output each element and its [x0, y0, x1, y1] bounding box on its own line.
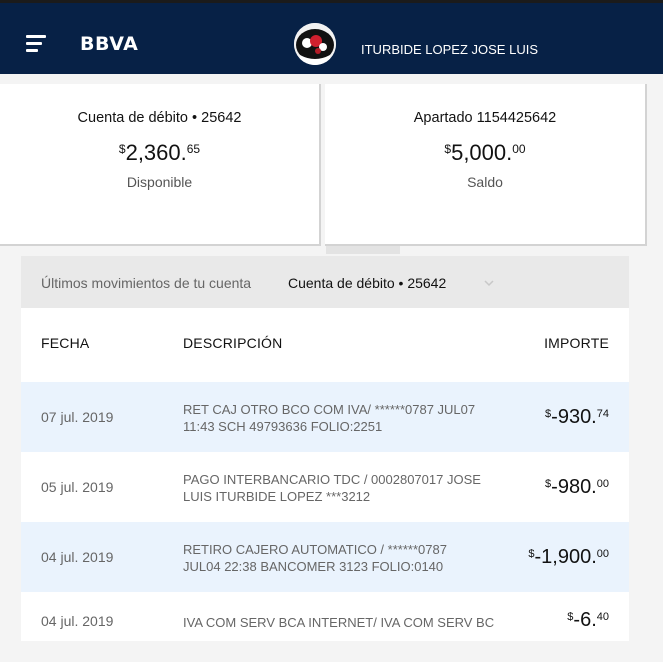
- chevron-down-icon[interactable]: [483, 277, 495, 289]
- account-title: Apartado 1154425642: [413, 110, 557, 126]
- column-header-date: FECHA: [41, 335, 90, 351]
- row-date: 04 jul. 2019: [41, 549, 114, 565]
- row-description: RET CAJ OTRO BCO COM IVA/ ******0787 JUL…: [183, 402, 476, 434]
- movements-table: FECHA DESCRIPCIÓN IMPORTE 07 jul. 2019 R…: [21, 308, 629, 641]
- row-description: PAGO INTERBANCARIO TDC / 0002807017 JOSE…: [183, 472, 481, 504]
- movements-filter: Últimos movimientos de tu cuenta Cuenta …: [21, 256, 629, 308]
- table-row[interactable]: 04 jul. 2019 IVA COM SERV BCA INTERNET/ …: [21, 592, 629, 662]
- filter-label: Últimos movimientos de tu cuenta: [41, 275, 252, 291]
- bbva-logo[interactable]: BBVA: [80, 33, 138, 55]
- row-amount: $-930.74: [545, 406, 609, 428]
- account-balance: $2,360.65: [118, 140, 201, 165]
- divider: [326, 246, 400, 254]
- table-row[interactable]: 04 jul. 2019 RETIRO CAJERO AUTOMATICO / …: [21, 522, 629, 592]
- column-header-description: DESCRIPCIÓN: [183, 335, 283, 351]
- row-date: 07 jul. 2019: [41, 409, 114, 425]
- account-balance: $5,000.00: [444, 140, 526, 165]
- hamburger-menu-icon[interactable]: [26, 35, 46, 52]
- table-row[interactable]: 07 jul. 2019 RET CAJ OTRO BCO COM IVA/ *…: [21, 382, 629, 452]
- row-date: 04 jul. 2019: [41, 613, 114, 629]
- row-description: RETIRO CAJERO AUTOMATICO / ******0787 JUL…: [183, 542, 447, 574]
- account-card-debit[interactable]: Cuenta de débito • 25642 $2,360.65 Dispo…: [0, 84, 321, 246]
- row-amount: $-1,900.00: [528, 546, 609, 568]
- avatar[interactable]: [294, 23, 336, 65]
- account-balance-label: Disponible: [126, 174, 193, 190]
- table-row[interactable]: 05 jul. 2019 PAGO INTERBANCARIO TDC / 00…: [21, 452, 629, 522]
- row-date: 05 jul. 2019: [41, 479, 114, 495]
- account-title: Cuenta de débito • 25642: [77, 110, 242, 126]
- account-card-savings[interactable]: Apartado 1154425642 $5,000.00 Saldo: [325, 84, 647, 246]
- row-amount: $-980.00: [545, 476, 609, 498]
- top-bar: BBVA ITURBIDE LOPEZ JOSE LUIS: [0, 0, 663, 74]
- account-selector[interactable]: Cuenta de débito • 25642: [288, 275, 446, 291]
- user-name[interactable]: ITURBIDE LOPEZ JOSE LUIS: [361, 42, 538, 57]
- row-amount: $-6.40: [567, 609, 609, 631]
- account-balance-label: Saldo: [467, 174, 503, 190]
- row-description: IVA COM SERV BCA INTERNET/ IVA COM SERV …: [183, 615, 495, 630]
- column-header-amount: IMPORTE: [544, 335, 609, 351]
